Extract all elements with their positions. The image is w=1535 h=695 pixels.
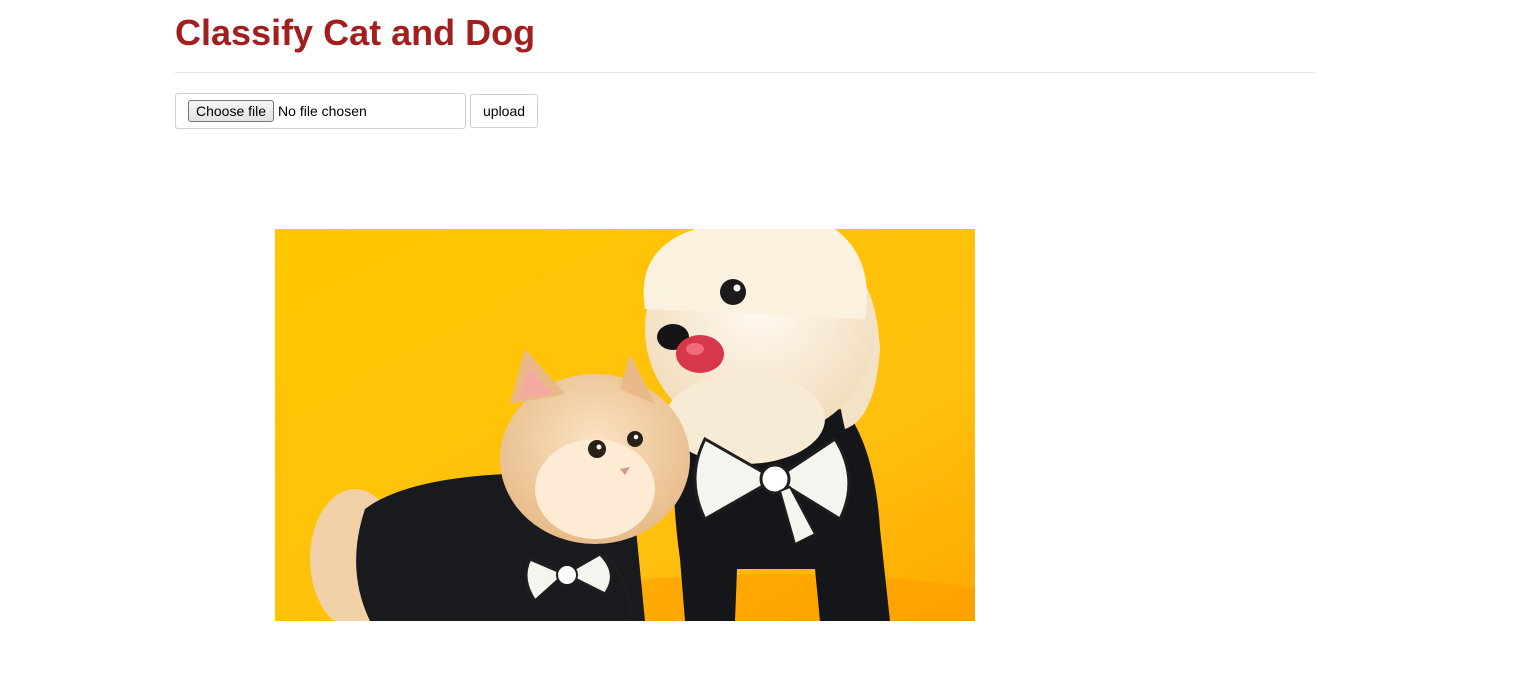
upload-form: Choose file No file chosen upload (175, 93, 539, 129)
page-title: Classify Cat and Dog (175, 12, 536, 53)
choose-file-button[interactable]: Choose file (188, 100, 275, 122)
file-input[interactable]: Choose file No file chosen (175, 93, 466, 129)
upload-button[interactable]: upload (470, 94, 539, 128)
file-status-text: No file chosen (278, 103, 367, 119)
divider (175, 72, 1315, 73)
preview-image (275, 229, 975, 621)
